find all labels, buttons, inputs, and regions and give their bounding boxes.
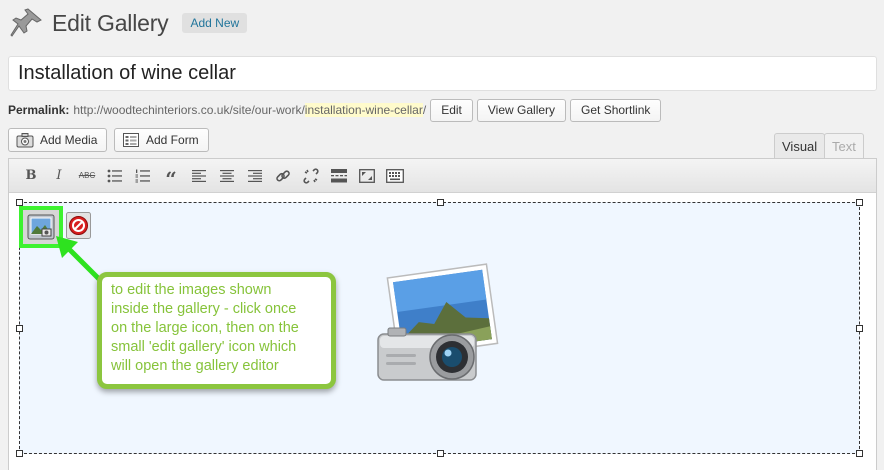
view-gallery-button[interactable]: View Gallery <box>476 98 567 122</box>
fullscreen-button[interactable] <box>353 163 381 189</box>
resize-handle[interactable] <box>437 450 444 457</box>
edit-permalink-button[interactable]: Edit <box>430 98 473 122</box>
tab-text[interactable]: Text <box>824 133 864 158</box>
blockquote-label: “ <box>165 167 177 191</box>
bold-label: B <box>25 168 37 183</box>
instruction-callout: to edit the images shown inside the gall… <box>97 272 336 389</box>
align-center-icon <box>220 169 234 182</box>
permalink-label: Permalink: <box>8 103 70 117</box>
gallery-camera-icon[interactable] <box>372 262 502 392</box>
pushpin-icon <box>10 8 42 37</box>
permalink-row: Permalink: http://woodtechinteriors.co.u… <box>8 98 662 122</box>
add-new-button[interactable]: Add New <box>182 13 248 33</box>
add-form-label: Add Form <box>146 133 199 147</box>
permalink-base-url: http://woodtechinteriors.co.uk/site/our-… <box>73 103 305 117</box>
permalink-slug[interactable]: installation-wine-cellar <box>304 103 423 117</box>
form-icon <box>123 133 139 147</box>
permalink-trailing: / <box>422 103 427 117</box>
resize-handle[interactable] <box>856 450 863 457</box>
page-title: Edit Gallery <box>52 9 169 36</box>
add-form-button[interactable]: Add Form <box>114 128 209 152</box>
callout-line: on the large icon, then on the <box>111 320 299 336</box>
camera-icon <box>16 133 34 148</box>
bold-button[interactable]: B <box>17 163 45 189</box>
resize-handle[interactable] <box>437 199 444 206</box>
link-icon <box>276 169 290 182</box>
editor-toolbar: B I ABC “ <box>9 159 876 193</box>
bullet-list-button[interactable] <box>101 163 129 189</box>
page-header: Edit Gallery Add New <box>8 6 248 40</box>
italic-label: I <box>56 168 62 183</box>
align-right-icon <box>248 169 262 182</box>
align-left-icon <box>192 169 206 182</box>
resize-handle[interactable] <box>856 325 863 332</box>
align-right-button[interactable] <box>241 163 269 189</box>
callout-line: to edit the images shown <box>111 282 272 298</box>
post-title-input[interactable]: Installation of wine cellar <box>8 56 877 91</box>
strikethrough-label: ABC <box>78 171 96 180</box>
kitchen-sink-icon <box>386 168 404 183</box>
resize-handle[interactable] <box>16 450 23 457</box>
insert-link-button[interactable] <box>269 163 297 189</box>
bullet-list-icon <box>107 169 122 182</box>
blockquote-button[interactable]: “ <box>157 163 185 189</box>
resize-handle[interactable] <box>856 199 863 206</box>
tab-visual[interactable]: Visual <box>774 133 826 158</box>
get-shortlink-button[interactable]: Get Shortlink <box>570 98 662 122</box>
align-left-button[interactable] <box>185 163 213 189</box>
callout-line: inside the gallery - click once <box>111 301 297 317</box>
insert-more-button[interactable] <box>325 163 353 189</box>
strikethrough-button[interactable]: ABC <box>73 163 101 189</box>
align-center-button[interactable] <box>213 163 241 189</box>
fullscreen-icon <box>359 168 375 183</box>
numbered-list-button[interactable] <box>129 163 157 189</box>
italic-button[interactable]: I <box>45 163 73 189</box>
kitchen-sink-button[interactable] <box>381 163 409 189</box>
more-tag-icon <box>331 168 347 182</box>
unlink-button[interactable] <box>297 163 325 189</box>
add-media-label: Add Media <box>40 133 98 147</box>
unlink-icon <box>303 167 319 184</box>
numbered-list-icon <box>135 169 150 182</box>
resize-handle[interactable] <box>16 199 23 206</box>
add-media-button[interactable]: Add Media <box>8 128 108 152</box>
resize-handle[interactable] <box>16 325 23 332</box>
callout-line: small 'edit gallery' icon which <box>111 339 297 355</box>
callout-line: will open the gallery editor <box>111 358 279 374</box>
